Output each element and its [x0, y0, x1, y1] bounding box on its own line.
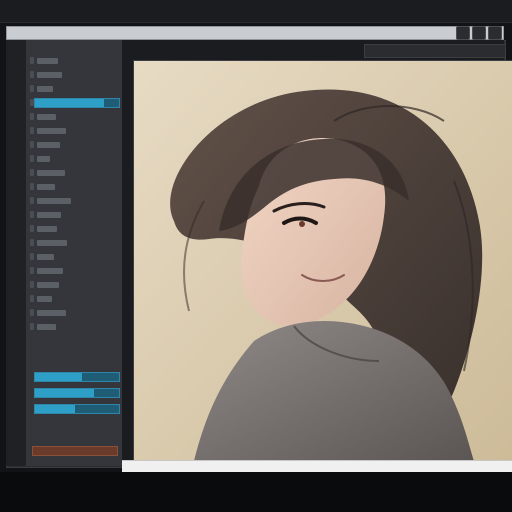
panel-row[interactable] — [30, 50, 58, 64]
close-icon[interactable] — [488, 26, 502, 40]
panel-row-label — [30, 155, 34, 162]
panel-row-label — [30, 113, 34, 120]
panel-row-bar — [37, 211, 61, 218]
panel-row-bar — [37, 197, 71, 204]
panel-row[interactable] — [30, 218, 57, 232]
panel-row-bar — [37, 141, 60, 148]
canvas-header-bar — [364, 44, 506, 58]
app-window — [0, 0, 512, 512]
portrait-illustration — [134, 61, 512, 461]
panel-row[interactable] — [30, 274, 59, 288]
taskbar — [0, 472, 512, 512]
panel-row-label — [30, 169, 34, 176]
slider-fill — [35, 405, 75, 413]
panel-row[interactable] — [30, 134, 60, 148]
panel-row[interactable] — [30, 120, 66, 134]
panel-row-label — [30, 295, 34, 302]
panel-row-bar — [37, 127, 66, 134]
panel-row-bar — [37, 309, 66, 316]
slider-fill — [35, 99, 104, 107]
panel-row-label — [30, 183, 34, 190]
panel-row[interactable] — [30, 302, 66, 316]
panel-row-bar — [37, 295, 52, 302]
panel-row[interactable] — [30, 148, 50, 162]
panel-row[interactable] — [30, 162, 65, 176]
panel-row[interactable] — [30, 232, 67, 246]
properties-panel — [26, 40, 123, 466]
panel-row-bar — [37, 71, 62, 78]
panel-row[interactable] — [30, 190, 71, 204]
panel-row-bar — [37, 323, 56, 330]
menu-bar — [6, 26, 504, 40]
slider-2[interactable] — [34, 372, 120, 382]
left-iris — [299, 221, 305, 227]
panel-row-label — [30, 253, 34, 260]
tool-strip[interactable] — [6, 40, 27, 466]
panel-row[interactable] — [30, 246, 54, 260]
panel-row-label — [30, 323, 34, 330]
menu-icon[interactable] — [456, 26, 470, 40]
window-titlebar[interactable] — [0, 0, 512, 23]
panel-row-label — [30, 211, 34, 218]
panel-row-label — [30, 141, 34, 148]
panel-row-label — [30, 85, 34, 92]
panel-row-label — [30, 267, 34, 274]
panel-row[interactable] — [30, 176, 55, 190]
panel-row[interactable] — [30, 260, 63, 274]
panel-row-bar — [37, 225, 57, 232]
panel-row-label — [30, 197, 34, 204]
panel-row-bar — [37, 253, 54, 260]
panel-row-bar — [37, 183, 55, 190]
panel-row[interactable] — [30, 64, 62, 78]
artboard[interactable] — [133, 60, 512, 462]
panel-row-label — [30, 281, 34, 288]
panel-row-label — [30, 71, 34, 78]
panel-row-label — [30, 309, 34, 316]
panel-row[interactable] — [30, 78, 53, 92]
gear-icon[interactable] — [472, 26, 486, 40]
panel-row-bar — [37, 155, 50, 162]
panel-row[interactable] — [30, 204, 61, 218]
panel-row-label — [30, 239, 34, 246]
panel-row-bar — [37, 169, 65, 176]
panel-row-bar — [37, 85, 53, 92]
slider-4[interactable] — [34, 404, 120, 414]
slider-1[interactable] — [34, 98, 120, 108]
panel-row-label — [30, 225, 34, 232]
panel-footer-button[interactable] — [32, 446, 118, 456]
panel-row-bar — [37, 267, 63, 274]
panel-row-bar — [37, 239, 67, 246]
panel-row-label — [30, 127, 34, 134]
slider-3[interactable] — [34, 388, 120, 398]
slider-fill — [35, 389, 94, 397]
panel-row-bar — [37, 57, 58, 64]
panel-row[interactable] — [30, 316, 56, 330]
panel-row[interactable] — [30, 288, 52, 302]
panel-row-bar — [37, 281, 59, 288]
panel-row-bar — [37, 113, 56, 120]
panel-row-label — [30, 57, 34, 64]
slider-fill — [35, 373, 82, 381]
